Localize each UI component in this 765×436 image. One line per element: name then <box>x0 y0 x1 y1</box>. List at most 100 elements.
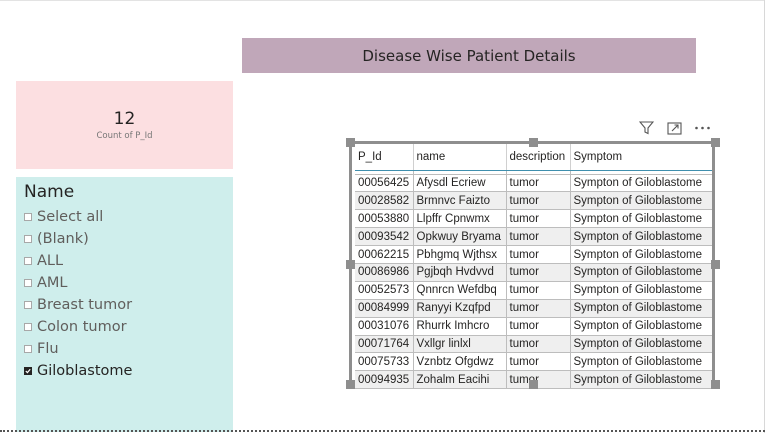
cell-description: tumor <box>506 335 571 354</box>
filter-icon[interactable] <box>638 120 655 136</box>
cell-pid: 00028582 <box>355 191 414 211</box>
cell-name: Zohalm Eacihi <box>413 370 507 390</box>
checkbox-icon[interactable] <box>24 323 32 331</box>
cell-symptom: Sympton of Giloblastome <box>570 352 712 372</box>
resize-handle-bottom-left[interactable] <box>346 380 355 389</box>
cell-symptom: Sympton of Giloblastome <box>570 370 712 390</box>
slicer-title: Name <box>24 182 75 202</box>
cell-symptom: Sympton of Giloblastome <box>570 227 712 247</box>
slicer-item[interactable]: Giloblastome <box>24 360 225 382</box>
table-row[interactable]: 00075733 Vznbtz Ofgdwz tumor Sympton of Gil… <box>355 352 712 372</box>
cell-description: tumor <box>506 245 571 264</box>
cell-symptom: Sympton of Giloblastome <box>570 317 712 336</box>
cell-pid: 00093542 <box>355 227 414 247</box>
checkbox-icon[interactable] <box>24 345 32 353</box>
resize-handle-right[interactable] <box>711 260 720 269</box>
more-options-icon[interactable] <box>694 120 711 136</box>
resize-handle-left[interactable] <box>346 260 355 269</box>
cell-symptom: Sympton of Giloblastome <box>570 209 712 229</box>
report-title-banner: Disease Wise Patient Details <box>242 38 696 73</box>
cell-description: tumor <box>506 352 571 372</box>
focus-mode-icon[interactable] <box>666 120 683 136</box>
column-header-pid[interactable]: P_Id <box>355 144 414 171</box>
cell-pid: 00062215 <box>355 245 414 264</box>
table-row[interactable]: 00062215 Pbhgmq Wjthsx tumor Sympton of Gil… <box>355 245 712 264</box>
cell-pid: 00075733 <box>355 352 414 372</box>
cell-pid: 00084999 <box>355 299 414 318</box>
cell-name: Brmnvc Faizto <box>413 191 507 211</box>
column-header-symptom[interactable]: Symptom <box>570 144 712 171</box>
table-row[interactable]: 00071764 Vxllgr linlxl tumor Sympton of Gil… <box>355 335 712 354</box>
table-row[interactable]: 00056425 Afysdl Ecriew tumor Sympton of Gil… <box>355 174 712 193</box>
column-header-description[interactable]: description <box>506 144 571 171</box>
slicer-item[interactable]: Colon tumor <box>24 316 225 338</box>
cell-symptom: Sympton of Giloblastome <box>570 245 712 264</box>
card-value: 12 <box>113 109 136 129</box>
resize-handle-bottom-right[interactable] <box>711 380 720 389</box>
resize-handle-bottom[interactable] <box>529 380 538 389</box>
slicer-item-label: (Blank) <box>37 231 89 247</box>
cell-description: tumor <box>506 299 571 318</box>
cell-description: tumor <box>506 174 571 193</box>
cell-name: Llpffr Cpnwmx <box>413 209 507 229</box>
cell-pid: 00056425 <box>355 174 414 193</box>
cell-symptom: Sympton of Giloblastome <box>570 174 712 193</box>
cell-symptom: Sympton of Giloblastome <box>570 281 712 300</box>
card-label: Count of P_Id <box>96 131 153 141</box>
table-row[interactable]: 00031076 Rhurrk Imhcro tumor Sympton of Gil… <box>355 317 712 336</box>
cell-name: Afysdl Ecriew <box>413 174 507 193</box>
slicer-item[interactable]: Flu <box>24 338 225 360</box>
checkbox-checked-icon[interactable] <box>24 367 32 375</box>
checkbox-icon[interactable] <box>24 279 32 287</box>
cell-symptom: Sympton of Giloblastome <box>570 335 712 354</box>
name-slicer: Name Select all (Blank) ALL AML Breast tumor… <box>16 177 233 432</box>
table-row[interactable]: 00053880 Llpffr Cpnwmx tumor Sympton of Gil… <box>355 209 712 229</box>
checkbox-icon[interactable] <box>24 235 32 243</box>
cell-pid: 00071764 <box>355 335 414 354</box>
cell-description: tumor <box>506 370 571 390</box>
cell-name: Qnnrcn Wefdbq <box>413 281 507 300</box>
slicer-item-label: Breast tumor <box>37 297 133 313</box>
table-header-row: P_Id name description Symptom <box>355 144 712 171</box>
table-body: 00056425 Afysdl Ecriew tumor Sympton of Gil… <box>355 170 712 390</box>
column-header-name[interactable]: name <box>413 144 507 171</box>
cell-pid: 00052573 <box>355 281 414 300</box>
slicer-list: Select all (Blank) ALL AML Breast tumor Colon… <box>24 206 225 382</box>
slicer-item[interactable]: Select all <box>24 206 225 228</box>
table-row[interactable]: 00093542 Opkwuy Bryama tumor Sympton of Gil… <box>355 227 712 247</box>
slicer-item[interactable]: ALL <box>24 250 225 272</box>
cell-name: Opkwuy Bryama <box>413 227 507 247</box>
cell-name: Rhurrk Imhcro <box>413 317 507 336</box>
table-row[interactable]: 00052573 Qnnrcn Wefdbq tumor Sympton of Gil… <box>355 281 712 300</box>
slicer-item-label: Flu <box>37 341 59 357</box>
cell-name: Vznbtz Ofgdwz <box>413 352 507 372</box>
cell-name: Pbhgmq Wjthsx <box>413 245 507 264</box>
cell-pid: 00031076 <box>355 317 414 336</box>
patient-table: P_Id name description Symptom 00056425 Af… <box>355 144 712 390</box>
resize-handle-top-right[interactable] <box>711 138 720 147</box>
patient-table-visual[interactable]: P_Id name description Symptom 00056425 Af… <box>349 141 715 390</box>
count-card[interactable]: 12 Count of P_Id <box>16 81 233 169</box>
cell-symptom: Sympton of Giloblastome <box>570 191 712 211</box>
slicer-item[interactable]: Breast tumor <box>24 294 225 316</box>
cell-pid: 00053880 <box>355 209 414 229</box>
slicer-item[interactable]: (Blank) <box>24 228 225 250</box>
cell-pid: 00094935 <box>355 370 414 390</box>
slicer-item-label: Select all <box>37 209 104 225</box>
slicer-item[interactable]: AML <box>24 272 225 294</box>
cell-description: tumor <box>506 227 571 247</box>
cell-name: Pgjbqh Hvdvvd <box>413 263 507 282</box>
checkbox-icon[interactable] <box>24 301 32 309</box>
slicer-item-label: AML <box>37 275 68 291</box>
resize-handle-top[interactable] <box>529 138 538 147</box>
table-row[interactable]: 00086986 Pgjbqh Hvdvvd tumor Sympton of Gil… <box>355 263 712 282</box>
cell-description: tumor <box>506 317 571 336</box>
table-row[interactable]: 00028582 Brmnvc Faizto tumor Sympton of Gil… <box>355 191 712 211</box>
table-row[interactable]: 00084999 Ranyyi Kzqfpd tumor Sympton of Gil… <box>355 299 712 318</box>
checkbox-icon[interactable] <box>24 257 32 265</box>
resize-handle-top-left[interactable] <box>346 138 355 147</box>
slicer-item-label: ALL <box>37 253 64 269</box>
cell-name: Vxllgr linlxl <box>413 335 507 354</box>
cell-description: tumor <box>506 263 571 282</box>
checkbox-icon[interactable] <box>24 213 32 221</box>
